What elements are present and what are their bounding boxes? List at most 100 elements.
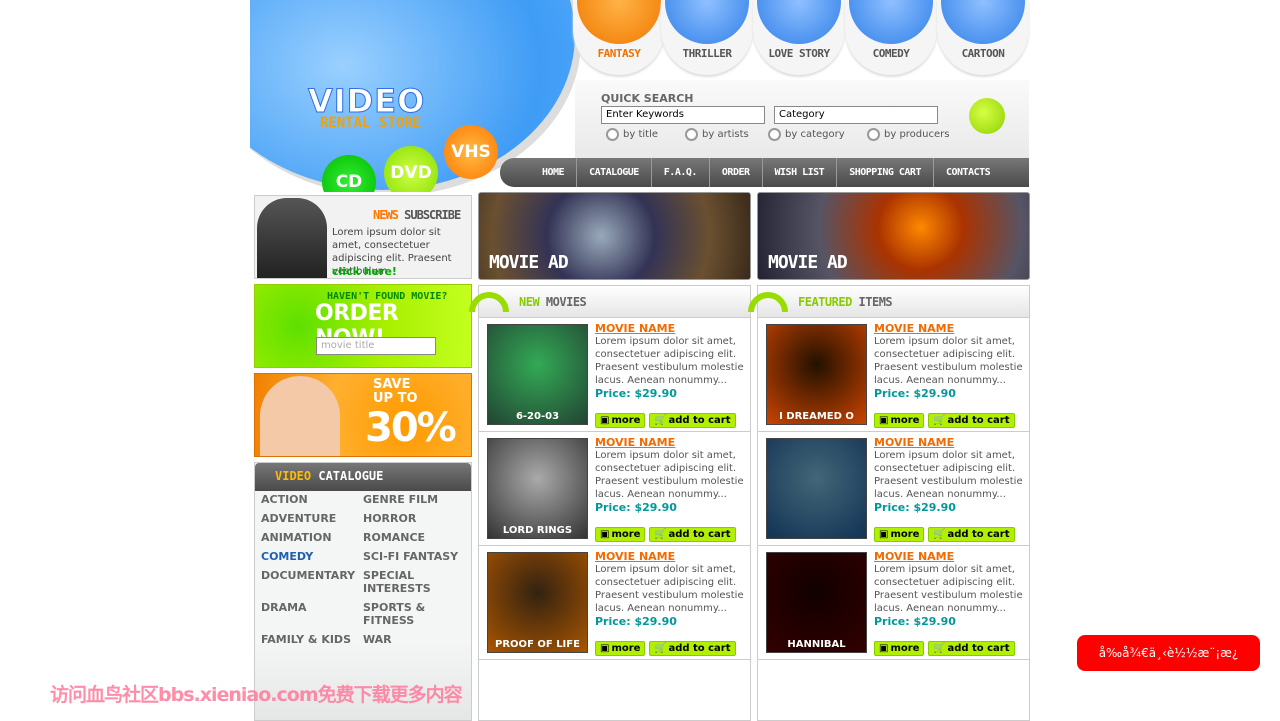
movie-description: Lorem ipsum dolor sit amet, consectetuer… (595, 450, 744, 500)
more-button[interactable]: ▣ more (874, 527, 925, 542)
more-button[interactable]: ▣ more (595, 641, 646, 656)
cart-icon: 🛒 (933, 643, 946, 654)
catalogue-item[interactable]: SCI-FI FANTASY (363, 550, 463, 563)
movie-poster[interactable]: LORD RINGS (487, 438, 588, 539)
catalogue-item[interactable]: ACTION (261, 493, 308, 506)
nav-order[interactable]: ORDER (708, 158, 762, 187)
catalogue-item[interactable]: HORROR (363, 512, 463, 525)
movie-poster[interactable]: I DREAMED O (766, 324, 867, 425)
add-to-cart-button[interactable]: 🛒 add to cart (928, 527, 1015, 542)
nav-wish-list[interactable]: WISH LIST (761, 158, 837, 187)
genre-love-story[interactable]: LOVE STORY (753, 0, 845, 75)
catalogue-item[interactable]: FAMILY & KIDS (261, 633, 351, 646)
movie-name-link[interactable]: MOVIE NAME (595, 436, 675, 449)
more-button[interactable]: ▣ more (595, 413, 646, 428)
movie-price: Price: $29.90 (595, 387, 677, 400)
panel-title-a: NEW (519, 295, 540, 309)
movie-description: Lorem ipsum dolor sit amet, consectetuer… (595, 336, 744, 386)
dvd-button[interactable]: DVD (384, 146, 438, 192)
click-here-link[interactable]: click here! (332, 265, 397, 278)
cart-icon: 🛒 (654, 529, 667, 540)
save-text: SAVE UP TO (373, 378, 418, 406)
radio-by-category[interactable]: by category (768, 128, 845, 141)
genre-fantasy[interactable]: FANTASY (573, 0, 665, 75)
more-label: more (890, 415, 920, 426)
movie-ad-1[interactable]: MOVIE AD (478, 192, 751, 280)
genre-label: FANTASY (597, 47, 641, 60)
news-title: NEWS SUBSCRIBE (373, 208, 461, 222)
panel-featured: FEATURED ITEMS I DREAMED O MOVIE NAME Lorem… (748, 285, 1030, 721)
catalogue-item[interactable]: ANIMATION (261, 531, 332, 544)
catalogue-item[interactable]: ADVENTURE (261, 512, 336, 525)
movie-ad-2[interactable]: MOVIE AD (757, 192, 1030, 280)
movie-poster[interactable]: HANNIBAL (766, 552, 867, 653)
cart-label: add to cart (668, 415, 731, 426)
cart-label: add to cart (947, 415, 1010, 426)
radio-by-producers[interactable]: by producers (867, 128, 949, 141)
movie-name-link[interactable]: MOVIE NAME (595, 322, 675, 335)
genre-cartoon[interactable]: CARTOON (937, 0, 1029, 75)
nav-home[interactable]: HOME (530, 158, 576, 187)
genre-comedy[interactable]: COMEDY (845, 0, 937, 75)
radio-label: by artists (702, 129, 749, 140)
genre-image (757, 0, 841, 44)
search-go-button[interactable] (969, 98, 1005, 134)
more-label: more (890, 529, 920, 540)
save-line2: UP TO (373, 391, 418, 406)
catalogue-item[interactable]: DOCUMENTARY (261, 569, 355, 582)
catalogue-item[interactable]: DRAMA (261, 601, 307, 614)
movie-name-link[interactable]: MOVIE NAME (595, 550, 675, 563)
more-label: more (890, 643, 920, 654)
movie-name-link[interactable]: MOVIE NAME (874, 436, 954, 449)
movie-title-input[interactable]: movie title (316, 337, 436, 355)
cart-icon: 🛒 (654, 415, 667, 426)
catalogue-item[interactable]: ROMANCE (363, 531, 463, 544)
quick-search: QUICK SEARCH Enter Keywords Category by … (575, 80, 1029, 158)
movie-name-link[interactable]: MOVIE NAME (874, 322, 954, 335)
nav-catalogue[interactable]: CATALOGUE (576, 158, 651, 187)
genre-thriller[interactable]: THRILLER (661, 0, 753, 75)
download-template-button[interactable]: å‰å¾€ä¸‹è½½æ¨¡æ¿ (1077, 635, 1260, 671)
more-icon: ▣ (600, 529, 610, 540)
nav-shopping-cart[interactable]: SHOPPING CART (836, 158, 933, 187)
movie-description: Lorem ipsum dolor sit amet, consectetuer… (874, 450, 1023, 500)
radio-by-artists[interactable]: by artists (685, 128, 749, 141)
catalogue-item[interactable]: WAR (363, 633, 463, 646)
poster-text: PROOF OF LIFE (495, 639, 580, 650)
catalogue-item[interactable]: SPORTS & FITNESS (363, 601, 463, 627)
add-to-cart-button[interactable]: 🛒 add to cart (649, 527, 736, 542)
more-button[interactable]: ▣ more (595, 527, 646, 542)
keywords-input[interactable]: Enter Keywords (601, 106, 765, 124)
movie-poster[interactable] (766, 438, 867, 539)
add-to-cart-button[interactable]: 🛒 add to cart (928, 413, 1015, 428)
catalogue-item[interactable]: COMEDY (261, 550, 313, 563)
vhs-button[interactable]: VHS (444, 125, 498, 179)
movie-price: Price: $29.90 (595, 501, 677, 514)
catalogue-item[interactable]: SPECIAL INTERESTS (363, 569, 463, 595)
movie-name-link[interactable]: MOVIE NAME (874, 550, 954, 563)
movie-poster[interactable]: 6-20-03 (487, 324, 588, 425)
quick-search-title: QUICK SEARCH (601, 92, 694, 105)
nav-contacts[interactable]: CONTACTS (932, 158, 1002, 187)
woman-image (260, 376, 340, 456)
add-to-cart-button[interactable]: 🛒 add to cart (928, 641, 1015, 656)
cart-label: add to cart (947, 529, 1010, 540)
more-button[interactable]: ▣ more (874, 641, 925, 656)
add-to-cart-button[interactable]: 🛒 add to cart (649, 413, 736, 428)
watermark: 访问血鸟社区bbs.xieniao.com免费下载更多内容 (50, 684, 463, 706)
panel-header: NEW MOVIES (469, 286, 750, 318)
more-button[interactable]: ▣ more (874, 413, 925, 428)
category-select[interactable]: Category (774, 106, 938, 124)
panel-title-b: MOVIES (545, 295, 587, 309)
more-label: more (611, 643, 641, 654)
more-icon: ▣ (600, 415, 610, 426)
nav-f-a-q-[interactable]: F.A.Q. (650, 158, 709, 187)
poster-text: LORD RINGS (502, 525, 573, 536)
save-banner[interactable]: SAVE UP TO 30% (254, 373, 472, 457)
add-to-cart-button[interactable]: 🛒 add to cart (649, 641, 736, 656)
radio-by-title[interactable]: by title (606, 128, 658, 141)
more-label: more (611, 415, 641, 426)
news-subscribe: NEWS SUBSCRIBE Lorem ipsum dolor sit ame… (254, 195, 472, 279)
catalogue-item[interactable]: GENRE FILM (363, 493, 463, 506)
movie-poster[interactable]: PROOF OF LIFE (487, 552, 588, 653)
